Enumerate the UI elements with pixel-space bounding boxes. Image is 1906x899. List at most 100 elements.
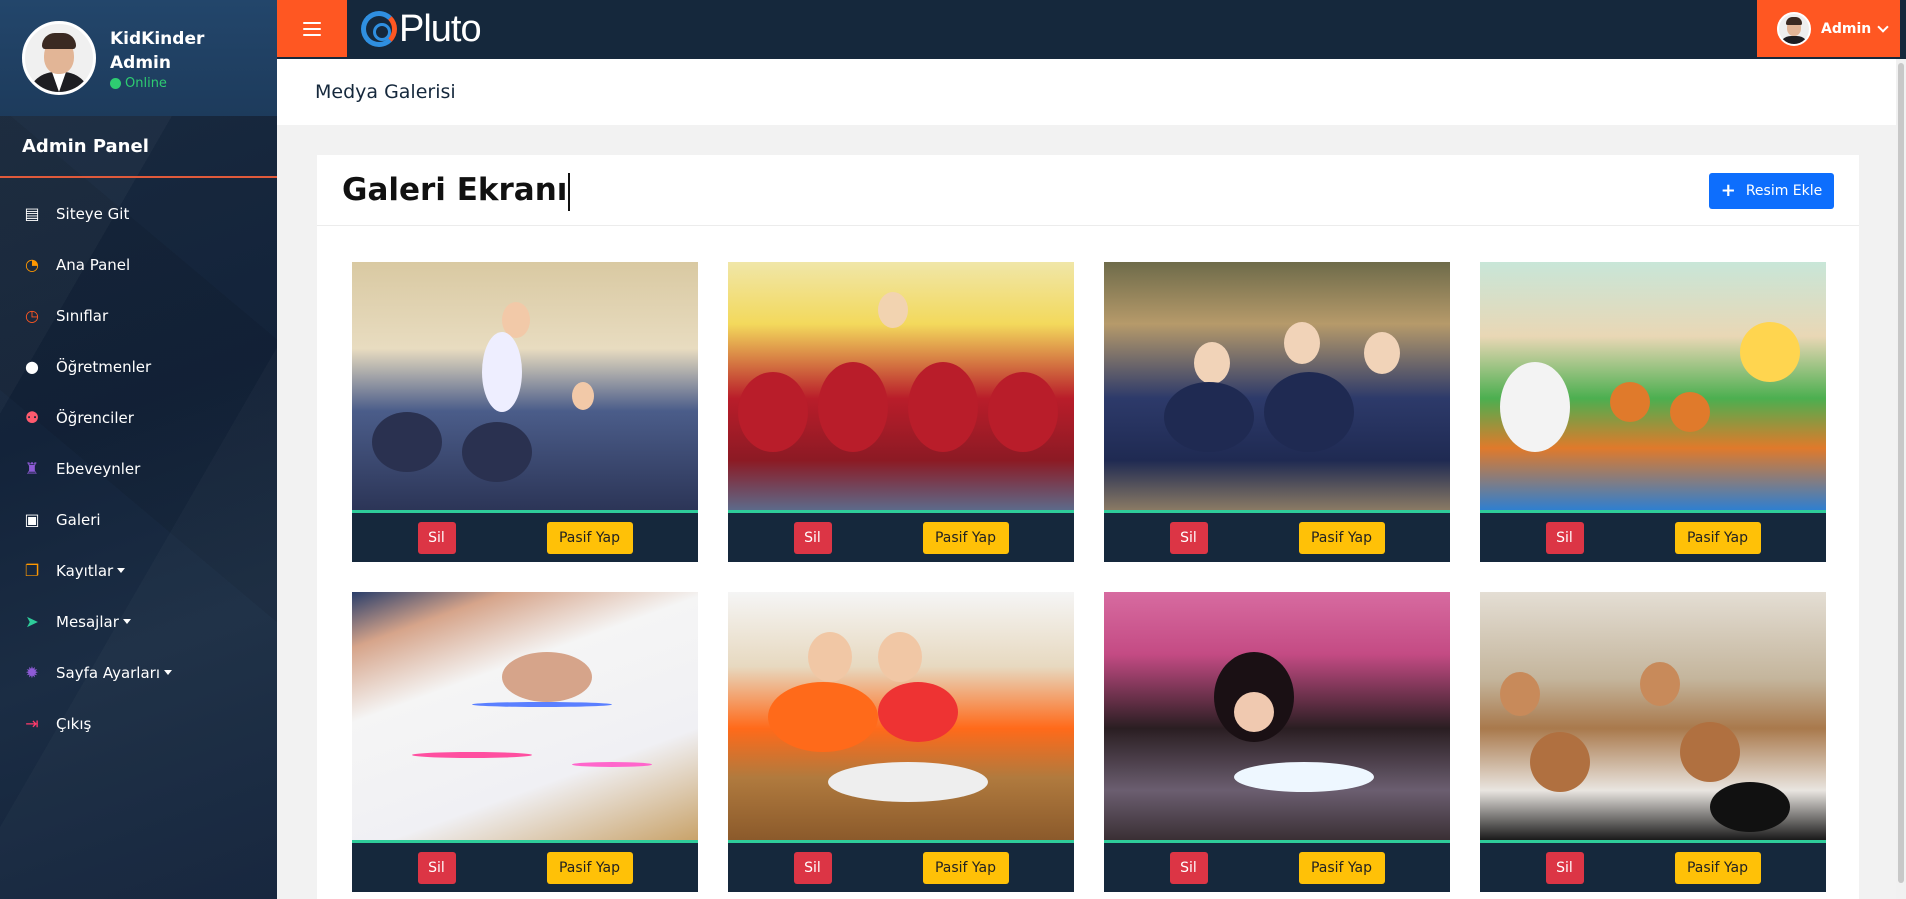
- delete-button[interactable]: Sil: [417, 851, 456, 884]
- deactivate-button[interactable]: Pasif Yap: [546, 521, 633, 554]
- sidebar-item-label: Mesajlar: [56, 612, 119, 631]
- gallery-item-actions: Sil Pasif Yap: [1104, 513, 1450, 562]
- sidebar-item-label: Öğretmenler: [56, 357, 152, 376]
- online-status: Online: [110, 76, 204, 91]
- user-avatar: [1777, 11, 1811, 46]
- sidebar-item-6[interactable]: ▣ Galeri: [0, 494, 277, 545]
- sidebar-item-label: Öğrenciler: [56, 408, 134, 427]
- add-image-label: Resim Ekle: [1745, 183, 1823, 199]
- gear-icon: ✹: [25, 663, 39, 682]
- card-header: Galeri Ekranı + Resim Ekle: [317, 155, 1859, 226]
- sidebar-nav: ▤ Siteye Git ◔ Ana Panel ◷ Sınıflar ● Öğretmenl…: [0, 188, 277, 749]
- gallery-photo[interactable]: [1104, 592, 1450, 843]
- hamburger-icon: [303, 21, 321, 36]
- add-image-button[interactable]: + Resim Ekle: [1709, 173, 1834, 209]
- gallery-item: Sil Pasif Yap: [728, 592, 1074, 892]
- sidebar-item-10[interactable]: ⇥ Çıkış: [0, 698, 277, 749]
- caret-down-icon: [122, 619, 131, 624]
- gallery-item-actions: Sil Pasif Yap: [728, 843, 1074, 892]
- deactivate-button[interactable]: Pasif Yap: [922, 521, 1009, 554]
- gallery-item-actions: Sil Pasif Yap: [1480, 513, 1826, 562]
- sidebar-item-5[interactable]: ♜ Ebeveynler: [0, 443, 277, 494]
- page-header: Medya Galerisi: [277, 59, 1896, 125]
- file-icon: ▤: [24, 204, 40, 223]
- delete-button[interactable]: Sil: [793, 851, 832, 884]
- sidebar-item-label: Sınıflar: [56, 306, 109, 325]
- sidebar-item-0[interactable]: ▤ Siteye Git: [0, 188, 277, 239]
- delete-button[interactable]: Sil: [1169, 851, 1208, 884]
- sign-out-icon: ⇥: [25, 714, 39, 733]
- status-text: Online: [125, 75, 167, 91]
- page-title: Medya Galerisi: [315, 81, 456, 103]
- gallery-photo[interactable]: [352, 262, 698, 513]
- gallery-item: Sil Pasif Yap: [1480, 262, 1826, 562]
- sidebar-item-1[interactable]: ◔ Ana Panel: [0, 239, 277, 290]
- status-dot-icon: [110, 77, 121, 89]
- deactivate-button[interactable]: Pasif Yap: [1298, 851, 1385, 884]
- gallery-photo[interactable]: [352, 592, 698, 843]
- delete-button[interactable]: Sil: [1169, 521, 1208, 554]
- gallery-grid: Sil Pasif Yap Sil Pasif Yap Sil Pasif Yap Sil P…: [352, 262, 1826, 892]
- photo-image: [1104, 262, 1450, 510]
- deactivate-button[interactable]: Pasif Yap: [1298, 521, 1385, 554]
- gallery-photo[interactable]: [1480, 592, 1826, 843]
- gallery-item-actions: Sil Pasif Yap: [352, 843, 698, 892]
- delete-button[interactable]: Sil: [793, 521, 832, 554]
- photo-image: [1480, 592, 1826, 840]
- deactivate-button[interactable]: Pasif Yap: [1674, 521, 1761, 554]
- chevron-down-icon: [1877, 20, 1889, 33]
- gallery-item-actions: Sil Pasif Yap: [1480, 843, 1826, 892]
- sidebar-item-4[interactable]: ⚉ Öğrenciler: [0, 392, 277, 443]
- user-lock-icon: ♜: [24, 459, 40, 478]
- sidebar-item-label: Ana Panel: [56, 255, 131, 274]
- sidebar-item-label: Siteye Git: [56, 204, 130, 223]
- dashboard-gauge-icon: ◔: [25, 255, 39, 274]
- sidebar-item-8[interactable]: ➤ Mesajlar: [0, 596, 277, 647]
- gallery-photo[interactable]: [1480, 262, 1826, 513]
- sidebar-item-9[interactable]: ✹ Sayfa Ayarları: [0, 647, 277, 698]
- delete-button[interactable]: Sil: [1545, 851, 1584, 884]
- page-scrollbar[interactable]: [1896, 59, 1906, 899]
- sidebar-item-2[interactable]: ◷ Sınıflar: [0, 290, 277, 341]
- scrollbar-thumb[interactable]: [1898, 63, 1904, 883]
- photo-image: [1480, 262, 1826, 510]
- menu-toggle-button[interactable]: [277, 0, 347, 57]
- user-name: Admin: [1821, 20, 1872, 37]
- gallery-item-actions: Sil Pasif Yap: [728, 513, 1074, 562]
- panel-title: Admin Panel: [0, 116, 277, 178]
- gallery-photo[interactable]: [728, 592, 1074, 843]
- caret-down-icon: [164, 670, 173, 675]
- photo-image: [728, 592, 1074, 840]
- top-bar: Pluto Admin: [277, 0, 1906, 59]
- gallery-item-actions: Sil Pasif Yap: [1104, 843, 1450, 892]
- delete-button[interactable]: Sil: [417, 521, 456, 554]
- gallery-item: Sil Pasif Yap: [352, 262, 698, 562]
- deactivate-button[interactable]: Pasif Yap: [546, 851, 633, 884]
- logo-mark-icon: [361, 11, 397, 47]
- delete-button[interactable]: Sil: [1545, 521, 1584, 554]
- gallery-item: Sil Pasif Yap: [352, 592, 698, 892]
- gallery-item-actions: Sil Pasif Yap: [352, 513, 698, 562]
- sidebar-item-label: Ebeveynler: [56, 459, 141, 478]
- sidebar-item-3[interactable]: ● Öğretmenler: [0, 341, 277, 392]
- clone-icon: ❐: [24, 561, 40, 580]
- sidebar-item-7[interactable]: ❐ Kayıtlar: [0, 545, 277, 596]
- profile-name-line2: Admin: [110, 52, 171, 73]
- avatar: [22, 21, 96, 95]
- gallery-photo[interactable]: [1104, 262, 1450, 513]
- deactivate-button[interactable]: Pasif Yap: [922, 851, 1009, 884]
- logo-text: Pluto: [399, 7, 482, 50]
- image-icon: ▣: [24, 510, 40, 529]
- clock-icon: ◷: [25, 306, 39, 325]
- deactivate-button[interactable]: Pasif Yap: [1674, 851, 1761, 884]
- user-menu-button[interactable]: Admin: [1757, 0, 1900, 57]
- photo-image: [728, 262, 1074, 510]
- sidebar-item-label: Galeri: [56, 510, 101, 529]
- logo[interactable]: Pluto: [361, 5, 482, 53]
- gallery-photo[interactable]: [728, 262, 1074, 513]
- gallery-card: Galeri Ekranı + Resim Ekle Sil Pasif Yap S…: [317, 155, 1859, 899]
- photo-image: [352, 262, 698, 510]
- sidebar-item-label: Sayfa Ayarları: [56, 663, 161, 682]
- photo-image: [352, 592, 698, 840]
- gallery-title: Galeri Ekranı: [342, 172, 571, 211]
